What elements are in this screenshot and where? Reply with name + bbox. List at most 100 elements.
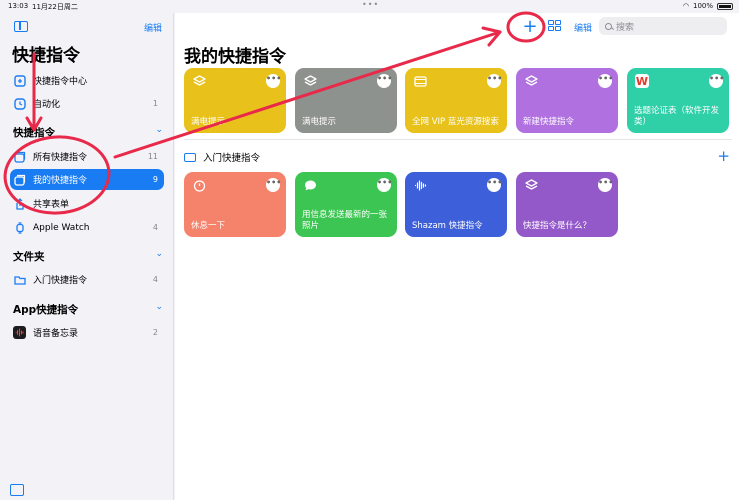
sidebar-title: 快捷指令 (12, 46, 80, 66)
chevron-down-icon[interactable]: ⌄ (155, 125, 163, 140)
shortcut-title: 全网 VIP 蓝光资源搜索 (412, 117, 499, 127)
multitasking-dots-icon[interactable]: ••• (362, 0, 379, 9)
status-date: 11月22日周二 (32, 3, 78, 11)
stack-icon (13, 173, 26, 186)
more-options-icon[interactable]: ••• (377, 74, 392, 88)
section-title: 文件夹 (13, 251, 45, 263)
battery-icon (717, 2, 733, 10)
search-icon (605, 22, 612, 30)
automation-clock-icon (13, 97, 26, 110)
more-options-icon[interactable]: ••• (598, 178, 613, 192)
shortcut-title: 满电提示 (191, 117, 226, 127)
sidebar-item-voice-memos[interactable]: 语音备忘录 2 (10, 322, 164, 343)
folder-icon (184, 152, 196, 162)
chevron-down-icon[interactable]: ⌄ (155, 302, 163, 317)
wifi-icon: ◠ (682, 2, 689, 10)
main-content: + 编辑 搜索 我的快捷指令 ••• 满电提示 ••• 满电提示 ••• 全网 … (175, 13, 739, 500)
more-options-icon[interactable]: ••• (377, 178, 392, 192)
section-header-shortcuts[interactable]: 快捷指令 ⌄ (13, 125, 163, 140)
search-input[interactable]: 搜索 (599, 17, 727, 35)
shortcut-title: 选题论证表（软件开发类） (634, 106, 720, 127)
more-options-icon[interactable]: ••• (266, 178, 281, 192)
shortcut-tile[interactable]: ••• 满电提示 (295, 68, 397, 133)
layers-icon (192, 74, 206, 88)
status-time: 13:03 (8, 2, 29, 10)
section-title: App快捷指令 (13, 304, 79, 316)
shortcut-tile[interactable]: ••• 用信息发送最新的一张照片 (295, 172, 397, 237)
shortcut-tile[interactable]: ••• 休息一下 (184, 172, 286, 237)
waveform-icon (413, 178, 427, 192)
shortcut-title: 用信息发送最新的一张照片 (302, 210, 388, 231)
sidebar-item-automation[interactable]: 自动化 1 (10, 93, 164, 114)
voice-memos-app-icon (13, 326, 26, 339)
status-bar: 13:03 11月22日周二 ••• ◠ 100% (0, 0, 739, 13)
shortcut-tile[interactable]: ••• 满电提示 (184, 68, 286, 133)
page-title: 我的快捷指令 (184, 47, 286, 67)
new-folder-icon[interactable] (10, 484, 24, 496)
sidebar-item-count: 1 (152, 99, 158, 108)
layers-icon (524, 74, 538, 88)
shortcut-tile[interactable]: ••• 全网 VIP 蓝光资源搜索 (405, 68, 507, 133)
sidebar-item-label: Apple Watch (33, 222, 90, 233)
shortcut-tile[interactable]: W ••• 选题论证表（软件开发类） (627, 68, 729, 133)
sidebar-item-count: 2 (152, 328, 158, 337)
sidebar-item-label: 共享表单 (33, 200, 70, 210)
shortcut-title: 新建快捷指令 (523, 117, 575, 127)
stack-icon (13, 150, 26, 163)
more-options-icon[interactable]: ••• (487, 178, 502, 192)
grid-view-icon[interactable] (548, 20, 562, 32)
share-icon (13, 197, 26, 210)
edit-button[interactable]: 编辑 (574, 21, 592, 34)
sidebar-item-count: 11 (147, 152, 158, 161)
more-options-icon[interactable]: ••• (266, 74, 281, 88)
shortcut-tile[interactable]: ••• 快捷指令是什么？ (516, 172, 618, 237)
sidebar-item-label: 入门快捷指令 (33, 276, 88, 286)
gallery-icon (13, 74, 26, 87)
layers-icon (524, 178, 538, 192)
sidebar-item-my-shortcuts[interactable]: 我的快捷指令 9 (10, 169, 164, 190)
sidebar-item-label: 自动化 (33, 100, 61, 110)
message-icon (303, 178, 317, 192)
layers-icon (303, 74, 317, 88)
sidebar: 编辑 快捷指令 快捷指令中心 自动化 1 快捷指令 ⌄ 所有快捷指令 11 我的… (0, 13, 174, 500)
wps-icon: W (635, 74, 649, 88)
shortcut-title: Shazam 快捷指令 (412, 221, 483, 231)
sidebar-item-apple-watch[interactable]: Apple Watch 4 (10, 217, 164, 238)
search-placeholder: 搜索 (616, 22, 635, 33)
timer-icon (192, 178, 206, 192)
section-title: 快捷指令 (13, 127, 55, 139)
section-header-folders[interactable]: 文件夹 ⌄ (13, 249, 163, 264)
folder-title: 入门快捷指令 (203, 153, 261, 164)
more-options-icon[interactable]: ••• (487, 74, 502, 88)
sidebar-item-count: 9 (152, 175, 158, 184)
sidebar-item-label: 快捷指令中心 (33, 77, 88, 87)
sidebar-item-count: 4 (152, 223, 158, 232)
sidebar-item-label: 所有快捷指令 (33, 153, 88, 163)
shortcut-title: 满电提示 (302, 117, 337, 127)
divider (184, 139, 732, 140)
sidebar-toggle-icon[interactable] (14, 21, 28, 32)
sidebar-item-label: 语音备忘录 (33, 329, 79, 339)
sidebar-item-share-sheet[interactable]: 共享表单 (10, 193, 164, 214)
sidebar-edit-button[interactable]: 编辑 (144, 21, 162, 34)
add-shortcut-button[interactable]: + (521, 16, 539, 37)
watch-icon (13, 221, 26, 234)
section-header-app-shortcuts[interactable]: App快捷指令 ⌄ (13, 302, 163, 317)
folder-header[interactable]: 入门快捷指令 + (184, 147, 732, 165)
shortcut-title: 快捷指令是什么？ (523, 221, 592, 231)
shortcut-tile[interactable]: ••• 新建快捷指令 (516, 68, 618, 133)
sidebar-item-starter-shortcuts[interactable]: 入门快捷指令 4 (10, 269, 164, 290)
shortcut-title: 休息一下 (191, 221, 226, 231)
chevron-down-icon[interactable]: ⌄ (155, 249, 163, 264)
sidebar-item-label: 我的快捷指令 (33, 176, 88, 186)
add-to-folder-button[interactable]: + (717, 147, 730, 165)
shortcut-tile[interactable]: ••• Shazam 快捷指令 (405, 172, 507, 237)
sidebar-item-all-shortcuts[interactable]: 所有快捷指令 11 (10, 146, 164, 167)
sidebar-item-gallery[interactable]: 快捷指令中心 (10, 70, 164, 91)
more-options-icon[interactable]: ••• (598, 74, 613, 88)
folder-icon (13, 273, 26, 286)
film-icon (413, 74, 427, 88)
battery-percent: 100% (692, 2, 713, 10)
sidebar-item-count: 4 (152, 275, 158, 284)
more-options-icon[interactable]: ••• (709, 74, 724, 88)
